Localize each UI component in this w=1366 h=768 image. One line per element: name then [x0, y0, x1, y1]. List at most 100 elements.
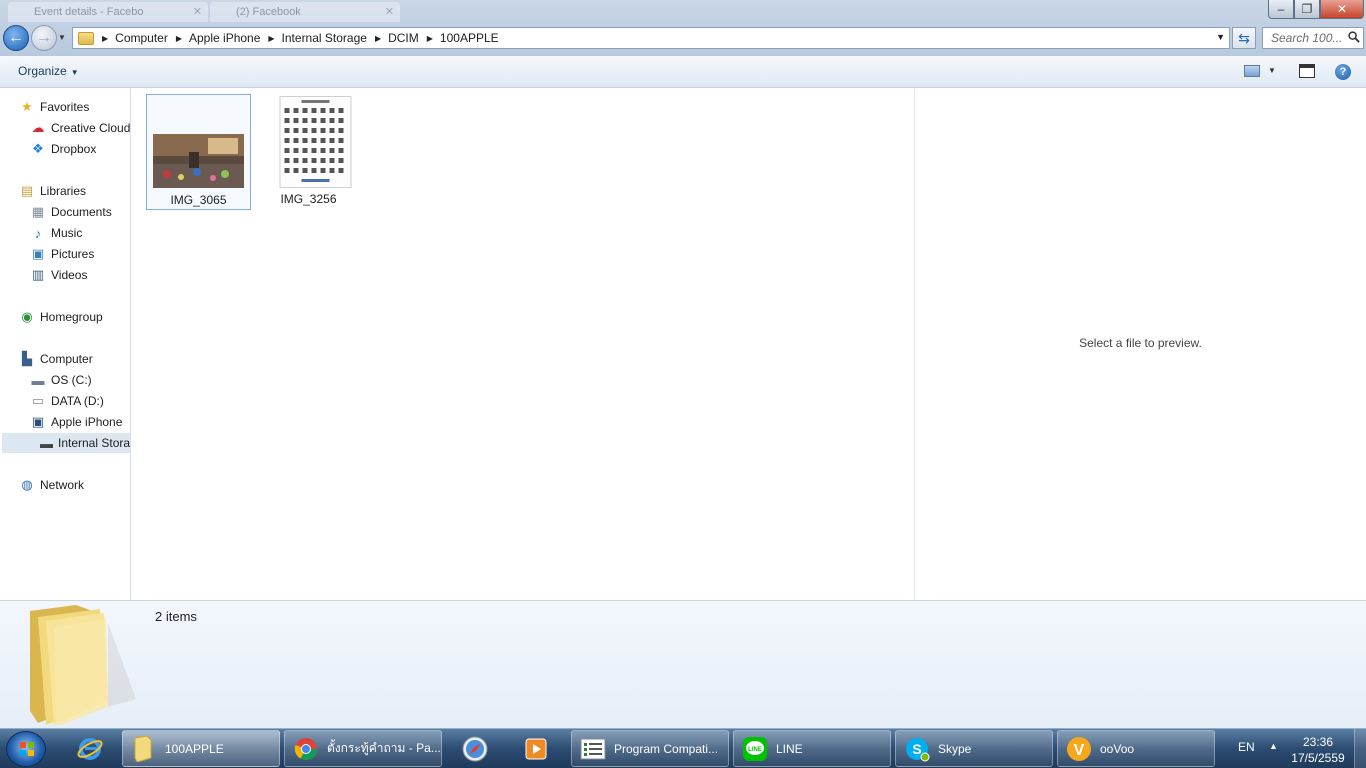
breadcrumb-separator-icon[interactable]: ▶ [375, 34, 381, 43]
nav-network[interactable]: ◍ Network [19, 475, 84, 495]
taskbar-item-skype[interactable]: S Skype [895, 730, 1053, 767]
safari-pin[interactable] [455, 732, 495, 766]
nav-os-c[interactable]: ▬ OS (C:) [30, 370, 92, 390]
nav-label: Network [40, 478, 85, 492]
computer-icon: ▙ [22, 351, 32, 366]
back-button[interactable]: ← [3, 25, 29, 51]
nav-label: Dropbox [51, 142, 97, 156]
change-view-icon[interactable] [1244, 65, 1260, 77]
skype-icon: S [904, 736, 930, 762]
homegroup-icon: ◉ [21, 309, 33, 324]
taskbar-item-label: ตั้งกระทู้คำถาม - Pa... [327, 741, 441, 755]
organize-button[interactable]: Organize ▼ [18, 64, 79, 78]
view-options-dropdown[interactable]: ▼ [1268, 66, 1276, 75]
close-icon[interactable]: ✕ [193, 2, 202, 22]
nav-computer[interactable]: ▙ Computer [19, 349, 93, 369]
breadcrumb-apple-iphone[interactable]: Apple iPhone [189, 31, 260, 45]
file-list: IMG_3065 IMG_3256 [131, 88, 914, 600]
libraries-icon: ▤ [20, 183, 34, 198]
title-bar: Event details - Facebo ✕ (2) Facebook ✕ … [0, 0, 1366, 56]
taskbar-item-chrome[interactable]: ตั้งกระทู้คำถาม - Pa... [284, 730, 442, 767]
minimize-button[interactable]: – [1268, 0, 1294, 19]
nav-videos[interactable]: ▥ Videos [30, 265, 88, 285]
nav-data-d[interactable]: ▭ DATA (D:) [30, 391, 104, 411]
navigation-pane: ★ Favorites ☁ Creative Cloud ❖ Dropbox ▤… [0, 88, 131, 600]
forward-arrow-icon: → [36, 29, 52, 46]
drive-icon: ▬ [31, 372, 45, 388]
videos-icon: ▥ [31, 267, 45, 282]
nav-label: Favorites [40, 100, 90, 114]
address-history-dropdown[interactable]: ▼ [1216, 32, 1225, 42]
nav-libraries[interactable]: ▤ Libraries [19, 181, 86, 201]
breadcrumb-separator-icon[interactable]: ▶ [176, 34, 182, 43]
nav-label: Internal Storage [58, 436, 131, 450]
taskbar-item-explorer[interactable]: 100APPLE [122, 730, 280, 767]
nav-apple-iphone[interactable]: ▣ Apple iPhone [30, 412, 123, 432]
device-icon: ▣ [31, 414, 45, 429]
folder-icon [131, 735, 157, 762]
breadcrumb-separator-icon[interactable]: ▶ [427, 34, 433, 43]
nav-favorites[interactable]: ★ Favorites [19, 97, 89, 117]
window-controls: – ❐ ✕ [1268, 0, 1364, 20]
show-desktop-button[interactable] [1354, 729, 1366, 768]
taskbar: 100APPLE ตั้งกระทู้คำถาม - Pa... Program… [0, 728, 1366, 768]
breadcrumb-dcim[interactable]: DCIM [388, 31, 419, 45]
taskbar-item-line[interactable]: LINE LINE [733, 730, 891, 767]
recent-pages-dropdown[interactable]: ▼ [58, 33, 68, 43]
nav-label: Homegroup [40, 310, 103, 324]
close-icon[interactable]: ✕ [385, 2, 394, 22]
close-button[interactable]: ✕ [1320, 0, 1364, 19]
clock[interactable]: 23:36 17/5/2559 [1285, 734, 1351, 766]
nav-label: Libraries [40, 184, 87, 198]
start-button[interactable] [6, 731, 46, 767]
breadcrumb-separator-icon[interactable]: ▶ [268, 34, 274, 43]
breadcrumb-computer[interactable]: Computer [115, 31, 168, 45]
browser-tab[interactable]: Event details - Facebo ✕ [8, 2, 208, 22]
clock-date: 17/5/2559 [1291, 751, 1345, 765]
folder-icon [78, 31, 94, 45]
network-icon: ◍ [21, 477, 33, 492]
nav-dropbox[interactable]: ❖ Dropbox [30, 139, 96, 159]
item-count: 2 items [155, 609, 197, 624]
documents-icon: ▦ [31, 204, 45, 219]
pictures-icon: ▣ [31, 246, 45, 261]
file-name: IMG_3065 [170, 193, 227, 207]
taskbar-item-label: LINE [776, 741, 803, 756]
taskbar-item-label: Program Compati... [614, 741, 719, 756]
nav-documents[interactable]: ▦ Documents [30, 202, 112, 222]
checklist-icon [580, 736, 606, 762]
taskbar-item-oovoo[interactable]: V ooVoo [1057, 730, 1215, 767]
forward-button[interactable]: → [31, 25, 57, 51]
internet-explorer-pin[interactable] [70, 732, 110, 766]
breadcrumb-internal-storage[interactable]: Internal Storage [282, 31, 367, 45]
browser-tab[interactable]: (2) Facebook ✕ [210, 2, 400, 22]
drive-icon: ▭ [31, 393, 45, 408]
language-indicator[interactable]: EN [1238, 740, 1255, 754]
address-bar[interactable]: ▶ Computer ▶ Apple iPhone ▶ Internal Sto… [72, 27, 1230, 49]
dropbox-icon: ❖ [32, 141, 44, 156]
nav-internal-storage[interactable]: ▬ Internal Storage [2, 433, 131, 453]
refresh-button[interactable]: ⇆ [1232, 27, 1256, 49]
chevron-down-icon: ▼ [70, 68, 79, 77]
nav-music[interactable]: ♪ Music [30, 223, 83, 243]
preview-pane-icon[interactable] [1299, 64, 1315, 78]
chrome-icon [293, 736, 319, 762]
breadcrumb-100apple[interactable]: 100APPLE [440, 31, 499, 45]
taskbar-item-program-compatibility[interactable]: Program Compati... [571, 730, 729, 767]
help-icon[interactable]: ? [1335, 64, 1351, 80]
file-item[interactable]: IMG_3256 [256, 94, 361, 210]
browser-tab-label: (2) Facebook [236, 6, 301, 18]
search-icon[interactable] [1348, 31, 1360, 43]
nav-homegroup[interactable]: ◉ Homegroup [19, 307, 103, 327]
media-player-pin[interactable] [516, 732, 556, 766]
nav-label: Music [51, 226, 83, 240]
breadcrumb-separator-icon[interactable]: ▶ [102, 34, 108, 43]
nav-creative-cloud[interactable]: ☁ Creative Cloud [30, 118, 131, 138]
preview-pane: Select a file to preview. [914, 88, 1366, 600]
nav-pictures[interactable]: ▣ Pictures [30, 244, 95, 264]
taskbar-item-label: ooVoo [1100, 741, 1135, 756]
file-item[interactable]: IMG_3065 [146, 94, 251, 210]
maximize-button[interactable]: ❐ [1294, 0, 1320, 19]
show-hidden-icons-icon[interactable]: ▲ [1269, 741, 1278, 751]
command-bar: Organize ▼ ▼ ? [0, 56, 1366, 88]
